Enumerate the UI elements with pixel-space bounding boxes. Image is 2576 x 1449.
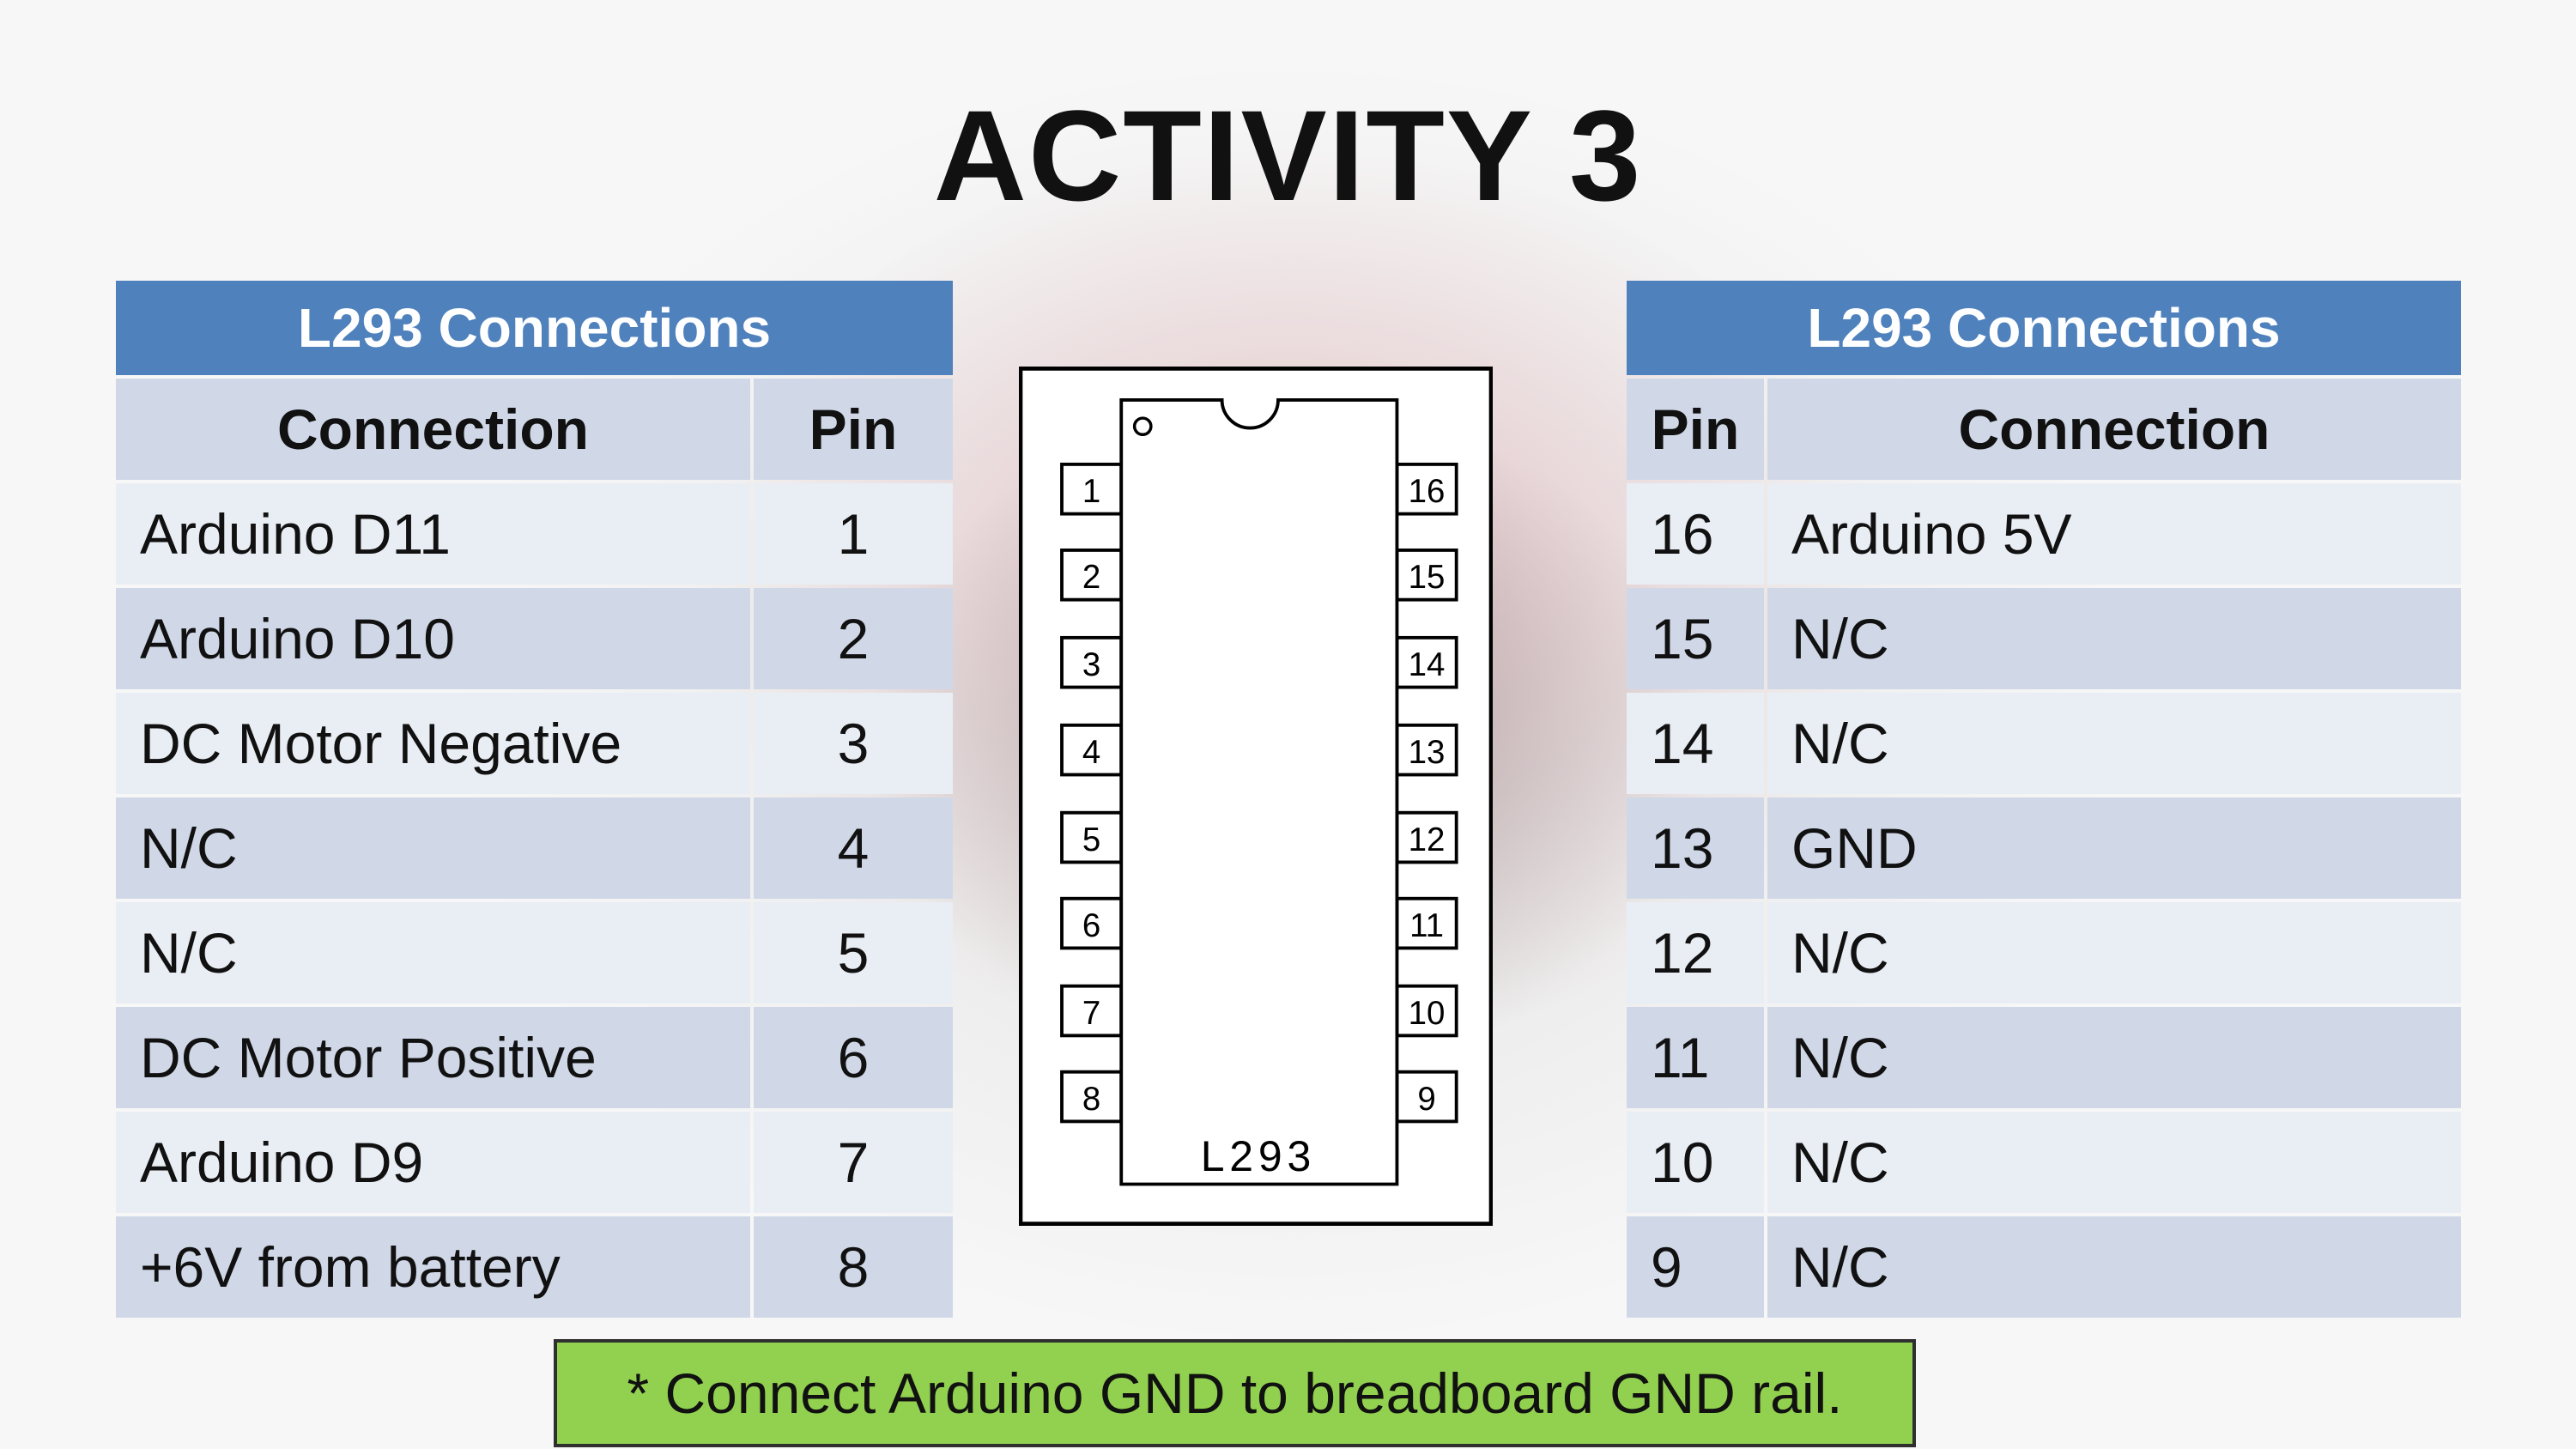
table-row: 9 N/C xyxy=(1627,1216,2461,1318)
chip-pin-label: 6 xyxy=(1082,907,1100,944)
chip-pin-label: 2 xyxy=(1082,559,1100,596)
connection-cell: N/C xyxy=(1767,902,2461,1003)
chip-pin-label: 14 xyxy=(1409,646,1446,683)
right-connections-table: L293 Connections Pin Connection 16 Arduin… xyxy=(1623,277,2464,1321)
slide-title: ACTIVITY 3 xyxy=(933,83,1643,227)
l293-chip-diagram: 1 16 2 15 3 14 4 13 5 12 6 11 7 10 8 9 L293 xyxy=(1019,367,1493,1226)
table-title-row: L293 Connections xyxy=(116,281,953,375)
gnd-note: * Connect Arduino GND to breadboard GND … xyxy=(554,1339,1916,1447)
table-row: N/C 4 xyxy=(116,797,953,899)
connection-cell: N/C xyxy=(116,797,750,899)
connection-cell: DC Motor Positive xyxy=(116,1007,750,1108)
table-title: L293 Connections xyxy=(1627,281,2461,375)
table-row: Arduino D11 1 xyxy=(116,483,953,585)
connection-cell: N/C xyxy=(1767,1112,2461,1213)
table-row: 12 N/C xyxy=(1627,902,2461,1003)
chip-pin-label: 15 xyxy=(1409,559,1446,596)
connection-cell: N/C xyxy=(1767,1216,2461,1318)
chip-pin-label: 4 xyxy=(1082,734,1100,771)
table-row: Arduino D10 2 xyxy=(116,588,953,689)
pin-cell: 8 xyxy=(754,1216,953,1318)
pin-cell: 6 xyxy=(754,1007,953,1108)
column-header-pin: Pin xyxy=(754,379,953,480)
column-header-row: Connection Pin xyxy=(116,379,953,480)
table-title-row: L293 Connections xyxy=(1627,281,2461,375)
chip-pin-label: 10 xyxy=(1409,995,1446,1032)
connection-cell: Arduino D10 xyxy=(116,588,750,689)
connection-cell: DC Motor Negative xyxy=(116,693,750,794)
pin-cell: 2 xyxy=(754,588,953,689)
chip-pin-label: 11 xyxy=(1409,907,1444,944)
table-row: Arduino D9 7 xyxy=(116,1112,953,1213)
chip-pin-label: 5 xyxy=(1082,822,1100,858)
pin-cell: 5 xyxy=(754,902,953,1003)
pin-cell: 10 xyxy=(1627,1112,1764,1213)
table-row: 16 Arduino 5V xyxy=(1627,483,2461,585)
connection-cell: N/C xyxy=(116,902,750,1003)
pin-cell: 7 xyxy=(754,1112,953,1213)
chip-pin-label: 7 xyxy=(1082,995,1100,1032)
pin-cell: 13 xyxy=(1627,797,1764,899)
table-row: 14 N/C xyxy=(1627,693,2461,794)
table-row: DC Motor Negative 3 xyxy=(116,693,953,794)
chip-pin-label: 8 xyxy=(1082,1081,1100,1118)
table-row: N/C 5 xyxy=(116,902,953,1003)
pin-cell: 15 xyxy=(1627,588,1764,689)
table-row: DC Motor Positive 6 xyxy=(116,1007,953,1108)
pin-cell: 11 xyxy=(1627,1007,1764,1108)
table-row: 15 N/C xyxy=(1627,588,2461,689)
connection-cell: Arduino D11 xyxy=(116,483,750,585)
pin-cell: 12 xyxy=(1627,902,1764,1003)
table-row: 13 GND xyxy=(1627,797,2461,899)
column-header-connection: Connection xyxy=(1767,379,2461,480)
chip-pin-label: 1 xyxy=(1082,473,1100,510)
connection-cell: Arduino D9 xyxy=(116,1112,750,1213)
connection-cell: N/C xyxy=(1767,588,2461,689)
chip-pin-label: 3 xyxy=(1082,646,1100,683)
pin-cell: 4 xyxy=(754,797,953,899)
table-row: 11 N/C xyxy=(1627,1007,2461,1108)
chip-pin-label: 16 xyxy=(1409,473,1446,510)
table-row: 10 N/C xyxy=(1627,1112,2461,1213)
pin-cell: 3 xyxy=(754,693,953,794)
pin-cell: 14 xyxy=(1627,693,1764,794)
chip-label: L293 xyxy=(1201,1132,1316,1180)
connection-cell: N/C xyxy=(1767,1007,2461,1108)
table-title: L293 Connections xyxy=(116,281,953,375)
pin-cell: 1 xyxy=(754,483,953,585)
chip-pin-label: 9 xyxy=(1417,1081,1435,1118)
left-connections-table: L293 Connections Connection Pin Arduino … xyxy=(112,277,956,1321)
connection-cell: Arduino 5V xyxy=(1767,483,2461,585)
pin-cell: 9 xyxy=(1627,1216,1764,1318)
chip-pin-label: 13 xyxy=(1409,734,1446,771)
pin-cell: 16 xyxy=(1627,483,1764,585)
connection-cell: N/C xyxy=(1767,693,2461,794)
chip-pin-label: 12 xyxy=(1409,822,1446,858)
connection-cell: +6V from battery xyxy=(116,1216,750,1318)
column-header-connection: Connection xyxy=(116,379,750,480)
table-row: +6V from battery 8 xyxy=(116,1216,953,1318)
column-header-row: Pin Connection xyxy=(1627,379,2461,480)
chip-body xyxy=(1119,397,1399,1186)
connection-cell: GND xyxy=(1767,797,2461,899)
column-header-pin: Pin xyxy=(1627,379,1764,480)
